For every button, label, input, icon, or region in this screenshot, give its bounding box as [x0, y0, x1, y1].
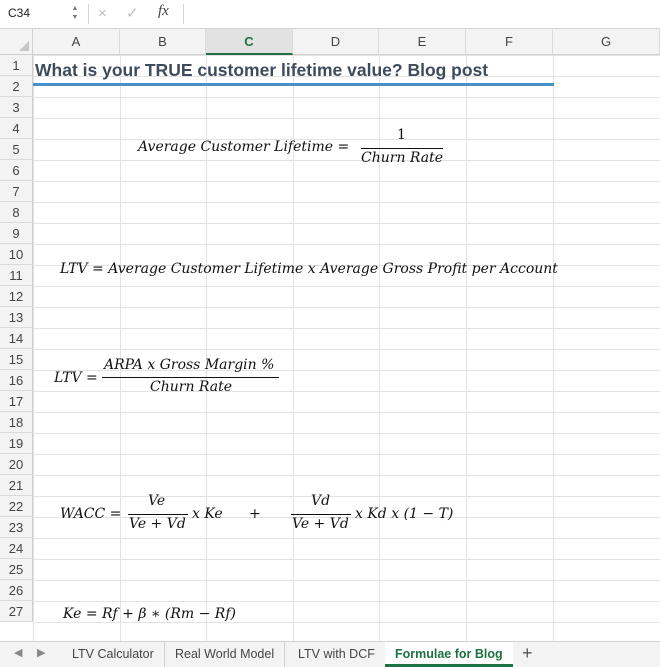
select-all-corner[interactable] [0, 29, 33, 55]
row-header[interactable]: 12 [0, 286, 33, 307]
row-header[interactable]: 17 [0, 391, 33, 412]
add-sheet-icon[interactable]: + [522, 643, 533, 664]
row-header[interactable]: 21 [0, 475, 33, 496]
scroll-right-icon[interactable]: ▶ [37, 646, 45, 659]
tab-formulae-for-blog[interactable]: Formulae for Blog [385, 642, 513, 667]
row-header[interactable]: 2 [0, 76, 33, 97]
row-header[interactable]: 20 [0, 454, 33, 475]
column-header-d[interactable]: D [293, 29, 379, 55]
row-header[interactable]: 18 [0, 412, 33, 433]
wacc-lhs: WACC = [60, 506, 122, 522]
column-header-a[interactable]: A [33, 29, 120, 55]
row-header[interactable]: 7 [0, 181, 33, 202]
title-underline [33, 83, 554, 86]
wacc-multiplier-2: x Kd x (1 − T) [355, 506, 454, 522]
ltv-fraction-denominator: Churn Rate [150, 379, 233, 395]
row-header[interactable]: 1 [0, 55, 33, 76]
column-header-g[interactable]: G [553, 29, 660, 55]
lifetime-formula-lhs: Average Customer Lifetime = [138, 139, 350, 155]
row-header[interactable]: 14 [0, 328, 33, 349]
row-header[interactable]: 25 [0, 559, 33, 580]
row-header[interactable]: 13 [0, 307, 33, 328]
row-header[interactable]: 26 [0, 580, 33, 601]
cancel-icon[interactable]: × [98, 4, 107, 24]
column-header-e[interactable]: E [379, 29, 466, 55]
wacc-denominator-2: Ve + Vd [292, 516, 349, 532]
divider [88, 4, 89, 24]
row-header[interactable]: 8 [0, 202, 33, 223]
row-header[interactable]: 24 [0, 538, 33, 559]
row-header[interactable]: 15 [0, 349, 33, 370]
confirm-icon[interactable]: ✓ [126, 4, 139, 24]
name-box-stepper-icon[interactable]: ▲ ▼ [70, 4, 80, 22]
row-header[interactable]: 27 [0, 601, 33, 622]
wacc-numerator-2: Vd [311, 493, 331, 509]
row-header[interactable]: 16 [0, 370, 33, 391]
row-header[interactable]: 3 [0, 97, 33, 118]
row-header[interactable]: 10 [0, 244, 33, 265]
fraction-bar [102, 377, 279, 378]
row-header[interactable]: 11 [0, 265, 33, 286]
ltv-fraction-numerator: ARPA x Gross Margin % [104, 357, 275, 373]
row-header[interactable]: 5 [0, 139, 33, 160]
fraction-bar [291, 514, 351, 515]
wacc-plus: + [249, 506, 261, 522]
column-header-c[interactable]: C [206, 29, 293, 55]
sheet-tab-bar: ◀ ▶ LTV Calculator Real World Model LTV … [0, 641, 660, 667]
ltv-formula: LTV = Average Customer Lifetime x Averag… [60, 261, 558, 277]
page-title: What is your TRUE customer lifetime valu… [35, 60, 489, 80]
row-header[interactable]: 4 [0, 118, 33, 139]
wacc-denominator-1: Ve + Vd [129, 516, 186, 532]
tab-real-world-model[interactable]: Real World Model [165, 642, 286, 667]
row-header[interactable]: 22 [0, 496, 33, 517]
wacc-numerator-1: Ve [148, 493, 166, 509]
divider [183, 4, 184, 24]
ke-formula: Ke = Rf + β ∗ (Rm − Rf) [63, 606, 236, 622]
tab-ltv-with-dcf[interactable]: LTV with DCF [288, 642, 386, 667]
column-header-f[interactable]: F [466, 29, 553, 55]
scroll-left-icon[interactable]: ◀ [14, 646, 22, 659]
row-header[interactable]: 19 [0, 433, 33, 454]
lifetime-formula-denominator: Churn Rate [361, 150, 444, 166]
tab-ltv-calculator[interactable]: LTV Calculator [62, 642, 165, 667]
function-icon[interactable]: fx [158, 3, 169, 20]
fraction-bar [128, 514, 188, 515]
row-header[interactable]: 9 [0, 223, 33, 244]
lifetime-formula-numerator: 1 [397, 127, 406, 143]
formula-bar: C34 ▲ ▼ × ✓ fx [0, 0, 660, 29]
row-header[interactable]: 23 [0, 517, 33, 538]
wacc-multiplier-1: x Ke [192, 506, 223, 522]
column-header-b[interactable]: B [120, 29, 206, 55]
fraction-bar [361, 148, 443, 149]
row-header[interactable]: 6 [0, 160, 33, 181]
ltv-fraction-lhs: LTV = [54, 370, 98, 386]
